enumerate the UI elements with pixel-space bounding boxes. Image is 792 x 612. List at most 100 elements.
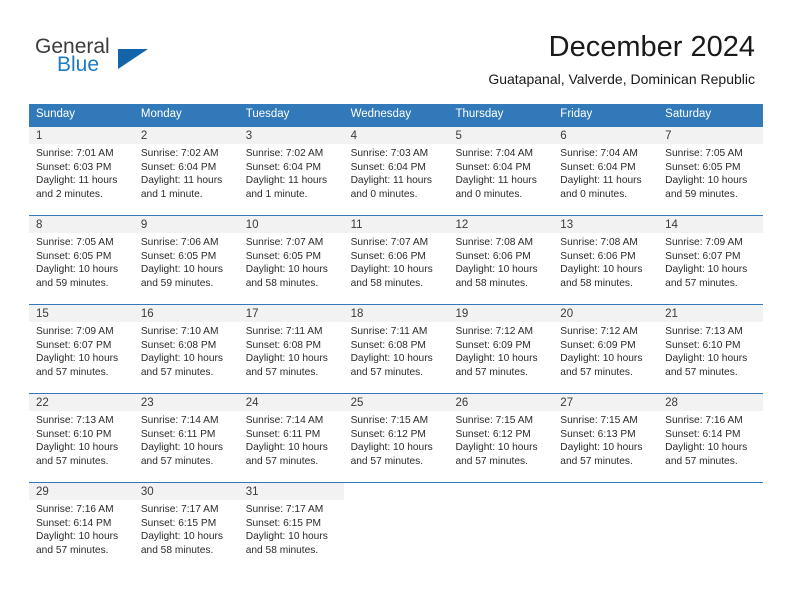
day-cell[interactable]: 14 Sunrise: 7:09 AM Sunset: 6:07 PM Dayl…	[658, 216, 764, 304]
daylight-text-line1: Daylight: 10 hours	[36, 264, 119, 276]
sunrise-text: Sunrise: 7:12 AM	[560, 326, 638, 337]
day-cell[interactable]: 29 Sunrise: 7:16 AM Sunset: 6:14 PM Dayl…	[29, 483, 134, 571]
sunrise-text: Sunrise: 7:06 AM	[140, 237, 219, 248]
daylight-text-line1: Daylight: 10 hours	[455, 264, 538, 276]
sunrise-text: Sunrise: 7:17 AM	[140, 504, 219, 515]
daylight-text-line2: and 57 minutes.	[140, 455, 214, 467]
daylight-text-line2: and 58 minutes.	[350, 277, 424, 289]
sunrise-text: Sunrise: 7:17 AM	[245, 504, 324, 515]
sunrise-text: Sunrise: 7:16 AM	[36, 504, 114, 515]
weekday-header-thursday: Thursday	[455, 108, 504, 120]
day-cell[interactable]: 19 Sunrise: 7:12 AM Sunset: 6:09 PM Dayl…	[448, 305, 554, 393]
week-row: 8 Sunrise: 7:05 AM Sunset: 6:05 PM Dayli…	[29, 215, 764, 304]
day-cell[interactable]: 26 Sunrise: 7:15 AM Sunset: 6:12 PM Dayl…	[448, 394, 554, 482]
sunset-text: Sunset: 6:08 PM	[140, 339, 217, 351]
sunset-text: Sunset: 6:05 PM	[245, 250, 322, 262]
day-info: Sunrise: 7:13 AM Sunset: 6:10 PM Dayligh…	[29, 411, 134, 468]
day-cell[interactable]: 6 Sunrise: 7:04 AM Sunset: 6:04 PM Dayli…	[553, 127, 659, 215]
sunrise-text: Sunrise: 7:16 AM	[665, 415, 743, 426]
day-cell[interactable]: 30 Sunrise: 7:17 AM Sunset: 6:15 PM Dayl…	[133, 483, 239, 571]
day-number: 31	[238, 483, 344, 500]
day-info: Sunrise: 7:07 AM Sunset: 6:06 PM Dayligh…	[344, 233, 449, 290]
day-cell[interactable]: 18 Sunrise: 7:11 AM Sunset: 6:08 PM Dayl…	[343, 305, 449, 393]
day-cell[interactable]: 12 Sunrise: 7:08 AM Sunset: 6:06 PM Dayl…	[448, 216, 554, 304]
day-cell[interactable]: 10 Sunrise: 7:07 AM Sunset: 6:05 PM Dayl…	[238, 216, 344, 304]
sunset-text: Sunset: 6:13 PM	[560, 428, 636, 440]
day-cell[interactable]: 1 Sunrise: 7:01 AM Sunset: 6:03 PM Dayli…	[29, 127, 134, 215]
daylight-text-line1: Daylight: 10 hours	[560, 264, 643, 276]
day-cell[interactable]: 3 Sunrise: 7:02 AM Sunset: 6:04 PM Dayli…	[238, 127, 344, 215]
day-info: Sunrise: 7:11 AM Sunset: 6:08 PM Dayligh…	[344, 322, 449, 379]
triangle-icon	[118, 49, 148, 69]
day-cell[interactable]: 8 Sunrise: 7:05 AM Sunset: 6:05 PM Dayli…	[29, 216, 134, 304]
day-number: 13	[553, 216, 659, 233]
day-cell[interactable]: 7 Sunrise: 7:05 AM Sunset: 6:05 PM Dayli…	[658, 127, 764, 215]
day-cell[interactable]: 20 Sunrise: 7:12 AM Sunset: 6:09 PM Dayl…	[553, 305, 659, 393]
day-cell[interactable]: 5 Sunrise: 7:04 AM Sunset: 6:04 PM Dayli…	[448, 127, 554, 215]
day-cell[interactable]: 13 Sunrise: 7:08 AM Sunset: 6:06 PM Dayl…	[553, 216, 659, 304]
sunset-text: Sunset: 6:05 PM	[665, 161, 741, 173]
sunset-text: Sunset: 6:04 PM	[350, 161, 426, 173]
day-number: 4	[343, 127, 449, 144]
day-number	[658, 483, 763, 500]
day-info: Sunrise: 7:12 AM Sunset: 6:09 PM Dayligh…	[553, 322, 658, 379]
daylight-text-line1: Daylight: 10 hours	[350, 264, 433, 276]
daylight-text-line2: and 57 minutes.	[665, 277, 738, 289]
daylight-text-line1: Daylight: 11 hours	[560, 175, 642, 187]
daylight-text-line2: and 0 minutes.	[455, 188, 523, 200]
sunset-text: Sunset: 6:12 PM	[455, 428, 531, 440]
page-subtitle: Guatapanal, Valverde, Dominican Republic	[488, 71, 755, 87]
day-cell[interactable]: 27 Sunrise: 7:15 AM Sunset: 6:13 PM Dayl…	[553, 394, 659, 482]
day-info: Sunrise: 7:04 AM Sunset: 6:04 PM Dayligh…	[553, 144, 658, 201]
sunrise-text: Sunrise: 7:15 AM	[560, 415, 638, 426]
day-cell[interactable]: 21 Sunrise: 7:13 AM Sunset: 6:10 PM Dayl…	[658, 305, 764, 393]
daylight-text-line1: Daylight: 10 hours	[140, 353, 223, 365]
day-cell[interactable]: 24 Sunrise: 7:14 AM Sunset: 6:11 PM Dayl…	[238, 394, 344, 482]
sunset-text: Sunset: 6:11 PM	[140, 428, 216, 440]
sunrise-text: Sunrise: 7:02 AM	[140, 148, 219, 159]
daylight-text-line1: Daylight: 11 hours	[36, 175, 118, 187]
weekday-header-wednesday: Wednesday	[350, 108, 412, 120]
day-cell[interactable]: 4 Sunrise: 7:03 AM Sunset: 6:04 PM Dayli…	[343, 127, 449, 215]
day-cell[interactable]: 16 Sunrise: 7:10 AM Sunset: 6:08 PM Dayl…	[133, 305, 239, 393]
daylight-text-line1: Daylight: 10 hours	[350, 442, 433, 454]
sunrise-text: Sunrise: 7:05 AM	[665, 148, 743, 159]
day-cell[interactable]: 11 Sunrise: 7:07 AM Sunset: 6:06 PM Dayl…	[343, 216, 449, 304]
sunset-text: Sunset: 6:05 PM	[140, 250, 217, 262]
day-cell[interactable]: 17 Sunrise: 7:11 AM Sunset: 6:08 PM Dayl…	[238, 305, 344, 393]
day-number: 12	[448, 216, 554, 233]
sunset-text: Sunset: 6:04 PM	[245, 161, 322, 173]
day-info: Sunrise: 7:09 AM Sunset: 6:07 PM Dayligh…	[658, 233, 763, 290]
week-row: 22 Sunrise: 7:13 AM Sunset: 6:10 PM Dayl…	[29, 393, 764, 482]
daylight-text-line1: Daylight: 10 hours	[560, 353, 643, 365]
sunrise-text: Sunrise: 7:08 AM	[455, 237, 534, 248]
daylight-text-line2: and 57 minutes.	[665, 366, 738, 378]
day-cell[interactable]: 9 Sunrise: 7:06 AM Sunset: 6:05 PM Dayli…	[133, 216, 239, 304]
daylight-text-line2: and 58 minutes.	[245, 544, 319, 556]
brand-logo[interactable]: General Blue	[35, 36, 235, 86]
sunset-text: Sunset: 6:08 PM	[350, 339, 426, 351]
sunset-text: Sunset: 6:09 PM	[455, 339, 531, 351]
sunrise-text: Sunrise: 7:03 AM	[350, 148, 429, 159]
daylight-text-line2: and 59 minutes.	[140, 277, 214, 289]
daylight-text-line2: and 58 minutes.	[245, 277, 319, 289]
sunset-text: Sunset: 6:07 PM	[36, 339, 112, 351]
sunset-text: Sunset: 6:15 PM	[140, 517, 217, 529]
daylight-text-line2: and 1 minute.	[140, 188, 203, 200]
daylight-text-line1: Daylight: 11 hours	[455, 175, 537, 187]
day-cell[interactable]: 28 Sunrise: 7:16 AM Sunset: 6:14 PM Dayl…	[658, 394, 764, 482]
day-cell[interactable]: 2 Sunrise: 7:02 AM Sunset: 6:04 PM Dayli…	[133, 127, 239, 215]
daylight-text-line1: Daylight: 10 hours	[665, 175, 748, 187]
day-cell[interactable]: 22 Sunrise: 7:13 AM Sunset: 6:10 PM Dayl…	[29, 394, 134, 482]
daylight-text-line1: Daylight: 10 hours	[245, 531, 328, 543]
day-info: Sunrise: 7:12 AM Sunset: 6:09 PM Dayligh…	[448, 322, 553, 379]
sunrise-text: Sunrise: 7:04 AM	[560, 148, 638, 159]
day-cell[interactable]: 25 Sunrise: 7:15 AM Sunset: 6:12 PM Dayl…	[343, 394, 449, 482]
day-info: Sunrise: 7:15 AM Sunset: 6:12 PM Dayligh…	[344, 411, 449, 468]
daylight-text-line2: and 58 minutes.	[140, 544, 214, 556]
day-cell-empty	[448, 483, 553, 571]
day-cell[interactable]: 15 Sunrise: 7:09 AM Sunset: 6:07 PM Dayl…	[29, 305, 134, 393]
day-cell[interactable]: 23 Sunrise: 7:14 AM Sunset: 6:11 PM Dayl…	[133, 394, 239, 482]
day-cell[interactable]: 31 Sunrise: 7:17 AM Sunset: 6:15 PM Dayl…	[238, 483, 344, 571]
sunset-text: Sunset: 6:15 PM	[245, 517, 322, 529]
